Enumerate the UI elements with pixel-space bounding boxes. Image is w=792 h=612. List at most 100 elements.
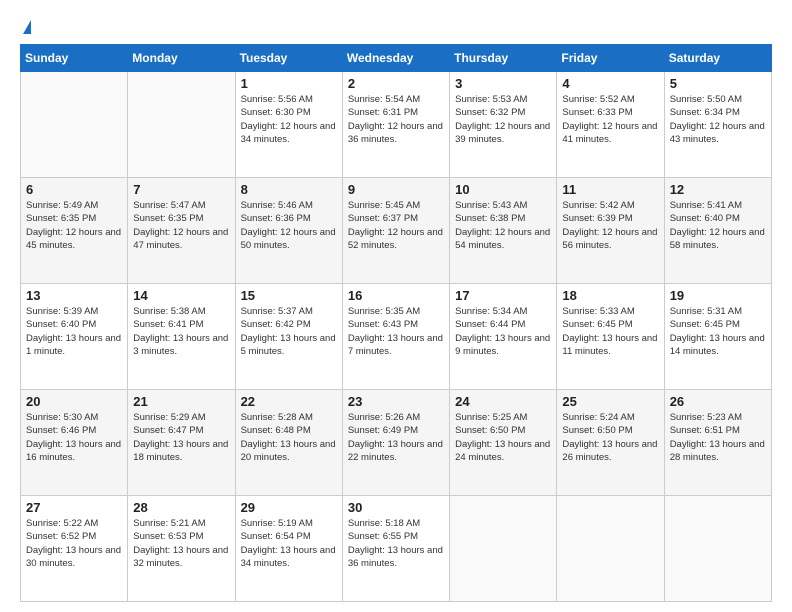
- day-info: Sunrise: 5:28 AM Sunset: 6:48 PM Dayligh…: [241, 411, 337, 464]
- calendar-cell: 30Sunrise: 5:18 AM Sunset: 6:55 PM Dayli…: [342, 496, 449, 602]
- calendar-cell: 18 Sunrise: 5:33 AM Sunset: 6:45 PM Dayli…: [557, 284, 664, 390]
- day-number: 24: [455, 394, 551, 409]
- day-info: Sunrise: 5:19 AM Sunset: 6:54 PM Dayligh…: [241, 517, 337, 570]
- day-info: Sunrise: 5:37 AM Sunset: 6:42 PM Dayligh…: [241, 305, 337, 358]
- calendar-header-row: SundayMondayTuesdayWednesdayThursdayFrid…: [21, 45, 772, 72]
- day-info: Sunrise: 5:45 AM Sunset: 6:37 PM Dayligh…: [348, 199, 444, 252]
- day-info: Sunrise: 5:46 AM Sunset: 6:36 PM Dayligh…: [241, 199, 337, 252]
- day-number: 20: [26, 394, 122, 409]
- weekday-header-sunday: Sunday: [21, 45, 128, 72]
- day-info: Sunrise: 5:25 AM Sunset: 6:50 PM Dayligh…: [455, 411, 551, 464]
- day-number: 9: [348, 182, 444, 197]
- calendar-cell: 26 Sunrise: 5:23 AM Sunset: 6:51 PM Dayli…: [664, 390, 771, 496]
- day-number: 12: [670, 182, 766, 197]
- calendar-cell: 17Sunrise: 5:34 AM Sunset: 6:44 PM Dayli…: [450, 284, 557, 390]
- calendar-cell: 22 Sunrise: 5:28 AM Sunset: 6:48 PM Dayli…: [235, 390, 342, 496]
- calendar-cell: [21, 72, 128, 178]
- day-number: 26: [670, 394, 766, 409]
- day-info: Sunrise: 5:43 AM Sunset: 6:38 PM Dayligh…: [455, 199, 551, 252]
- calendar-cell: [557, 496, 664, 602]
- calendar-week-row: 27 Sunrise: 5:22 AM Sunset: 6:52 PM Dayli…: [21, 496, 772, 602]
- day-info: Sunrise: 5:31 AM Sunset: 6:45 PM Dayligh…: [670, 305, 766, 358]
- day-number: 13: [26, 288, 122, 303]
- calendar-cell: 4 Sunrise: 5:52 AM Sunset: 6:33 PM Daylig…: [557, 72, 664, 178]
- calendar-cell: 12 Sunrise: 5:41 AM Sunset: 6:40 PM Dayli…: [664, 178, 771, 284]
- day-info: Sunrise: 5:56 AM Sunset: 6:30 PM Dayligh…: [241, 93, 337, 146]
- day-number: 25: [562, 394, 658, 409]
- calendar-week-row: 13 Sunrise: 5:39 AM Sunset: 6:40 PM Dayli…: [21, 284, 772, 390]
- calendar-cell: 14 Sunrise: 5:38 AM Sunset: 6:41 PM Dayli…: [128, 284, 235, 390]
- day-info: Sunrise: 5:54 AM Sunset: 6:31 PM Dayligh…: [348, 93, 444, 146]
- day-number: 30: [348, 500, 444, 515]
- day-info: Sunrise: 5:38 AM Sunset: 6:41 PM Dayligh…: [133, 305, 229, 358]
- day-info: Sunrise: 5:42 AM Sunset: 6:39 PM Dayligh…: [562, 199, 658, 252]
- day-number: 6: [26, 182, 122, 197]
- calendar-cell: 21Sunrise: 5:29 AM Sunset: 6:47 PM Dayli…: [128, 390, 235, 496]
- calendar-cell: 2 Sunrise: 5:54 AM Sunset: 6:31 PM Daylig…: [342, 72, 449, 178]
- calendar-cell: 7 Sunrise: 5:47 AM Sunset: 6:35 PM Daylig…: [128, 178, 235, 284]
- calendar-cell: 20 Sunrise: 5:30 AM Sunset: 6:46 PM Dayli…: [21, 390, 128, 496]
- day-info: Sunrise: 5:33 AM Sunset: 6:45 PM Dayligh…: [562, 305, 658, 358]
- day-number: 14: [133, 288, 229, 303]
- day-number: 15: [241, 288, 337, 303]
- calendar-cell: 10Sunrise: 5:43 AM Sunset: 6:38 PM Dayli…: [450, 178, 557, 284]
- day-info: Sunrise: 5:21 AM Sunset: 6:53 PM Dayligh…: [133, 517, 229, 570]
- day-number: 7: [133, 182, 229, 197]
- calendar-cell: 25 Sunrise: 5:24 AM Sunset: 6:50 PM Dayli…: [557, 390, 664, 496]
- day-number: 1: [241, 76, 337, 91]
- calendar-cell: 11Sunrise: 5:42 AM Sunset: 6:39 PM Dayli…: [557, 178, 664, 284]
- calendar-cell: 29 Sunrise: 5:19 AM Sunset: 6:54 PM Dayli…: [235, 496, 342, 602]
- calendar-cell: [450, 496, 557, 602]
- day-number: 23: [348, 394, 444, 409]
- day-info: Sunrise: 5:52 AM Sunset: 6:33 PM Dayligh…: [562, 93, 658, 146]
- calendar-cell: 13 Sunrise: 5:39 AM Sunset: 6:40 PM Dayli…: [21, 284, 128, 390]
- weekday-header-thursday: Thursday: [450, 45, 557, 72]
- day-number: 2: [348, 76, 444, 91]
- day-info: Sunrise: 5:26 AM Sunset: 6:49 PM Dayligh…: [348, 411, 444, 464]
- calendar-cell: 15 Sunrise: 5:37 AM Sunset: 6:42 PM Dayli…: [235, 284, 342, 390]
- calendar-body: 1 Sunrise: 5:56 AM Sunset: 6:30 PM Daylig…: [21, 72, 772, 602]
- calendar-cell: 5 Sunrise: 5:50 AM Sunset: 6:34 PM Daylig…: [664, 72, 771, 178]
- weekday-header-wednesday: Wednesday: [342, 45, 449, 72]
- day-number: 16: [348, 288, 444, 303]
- day-info: Sunrise: 5:50 AM Sunset: 6:34 PM Dayligh…: [670, 93, 766, 146]
- day-number: 5: [670, 76, 766, 91]
- calendar-cell: 23 Sunrise: 5:26 AM Sunset: 6:49 PM Dayli…: [342, 390, 449, 496]
- day-number: 18: [562, 288, 658, 303]
- calendar-cell: 28 Sunrise: 5:21 AM Sunset: 6:53 PM Dayli…: [128, 496, 235, 602]
- day-number: 19: [670, 288, 766, 303]
- day-number: 17: [455, 288, 551, 303]
- day-info: Sunrise: 5:41 AM Sunset: 6:40 PM Dayligh…: [670, 199, 766, 252]
- calendar-cell: [664, 496, 771, 602]
- day-info: Sunrise: 5:22 AM Sunset: 6:52 PM Dayligh…: [26, 517, 122, 570]
- day-info: Sunrise: 5:47 AM Sunset: 6:35 PM Dayligh…: [133, 199, 229, 252]
- calendar-week-row: 6 Sunrise: 5:49 AM Sunset: 6:35 PM Daylig…: [21, 178, 772, 284]
- calendar-cell: 9 Sunrise: 5:45 AM Sunset: 6:37 PM Daylig…: [342, 178, 449, 284]
- day-number: 29: [241, 500, 337, 515]
- day-number: 27: [26, 500, 122, 515]
- day-info: Sunrise: 5:30 AM Sunset: 6:46 PM Dayligh…: [26, 411, 122, 464]
- weekday-header-tuesday: Tuesday: [235, 45, 342, 72]
- calendar-cell: [128, 72, 235, 178]
- calendar-cell: 24 Sunrise: 5:25 AM Sunset: 6:50 PM Dayli…: [450, 390, 557, 496]
- header: [20, 18, 772, 34]
- calendar-cell: 8 Sunrise: 5:46 AM Sunset: 6:36 PM Daylig…: [235, 178, 342, 284]
- day-info: Sunrise: 5:24 AM Sunset: 6:50 PM Dayligh…: [562, 411, 658, 464]
- day-info: Sunrise: 5:39 AM Sunset: 6:40 PM Dayligh…: [26, 305, 122, 358]
- calendar-week-row: 1 Sunrise: 5:56 AM Sunset: 6:30 PM Daylig…: [21, 72, 772, 178]
- calendar-cell: 3Sunrise: 5:53 AM Sunset: 6:32 PM Daylig…: [450, 72, 557, 178]
- day-number: 4: [562, 76, 658, 91]
- day-number: 3: [455, 76, 551, 91]
- day-number: 28: [133, 500, 229, 515]
- weekday-header-saturday: Saturday: [664, 45, 771, 72]
- calendar-cell: 1 Sunrise: 5:56 AM Sunset: 6:30 PM Daylig…: [235, 72, 342, 178]
- calendar-cell: 16Sunrise: 5:35 AM Sunset: 6:43 PM Dayli…: [342, 284, 449, 390]
- day-number: 22: [241, 394, 337, 409]
- page: SundayMondayTuesdayWednesdayThursdayFrid…: [0, 0, 792, 612]
- weekday-header-friday: Friday: [557, 45, 664, 72]
- day-number: 8: [241, 182, 337, 197]
- calendar-cell: 19 Sunrise: 5:31 AM Sunset: 6:45 PM Dayli…: [664, 284, 771, 390]
- day-info: Sunrise: 5:23 AM Sunset: 6:51 PM Dayligh…: [670, 411, 766, 464]
- day-info: Sunrise: 5:49 AM Sunset: 6:35 PM Dayligh…: [26, 199, 122, 252]
- weekday-header-monday: Monday: [128, 45, 235, 72]
